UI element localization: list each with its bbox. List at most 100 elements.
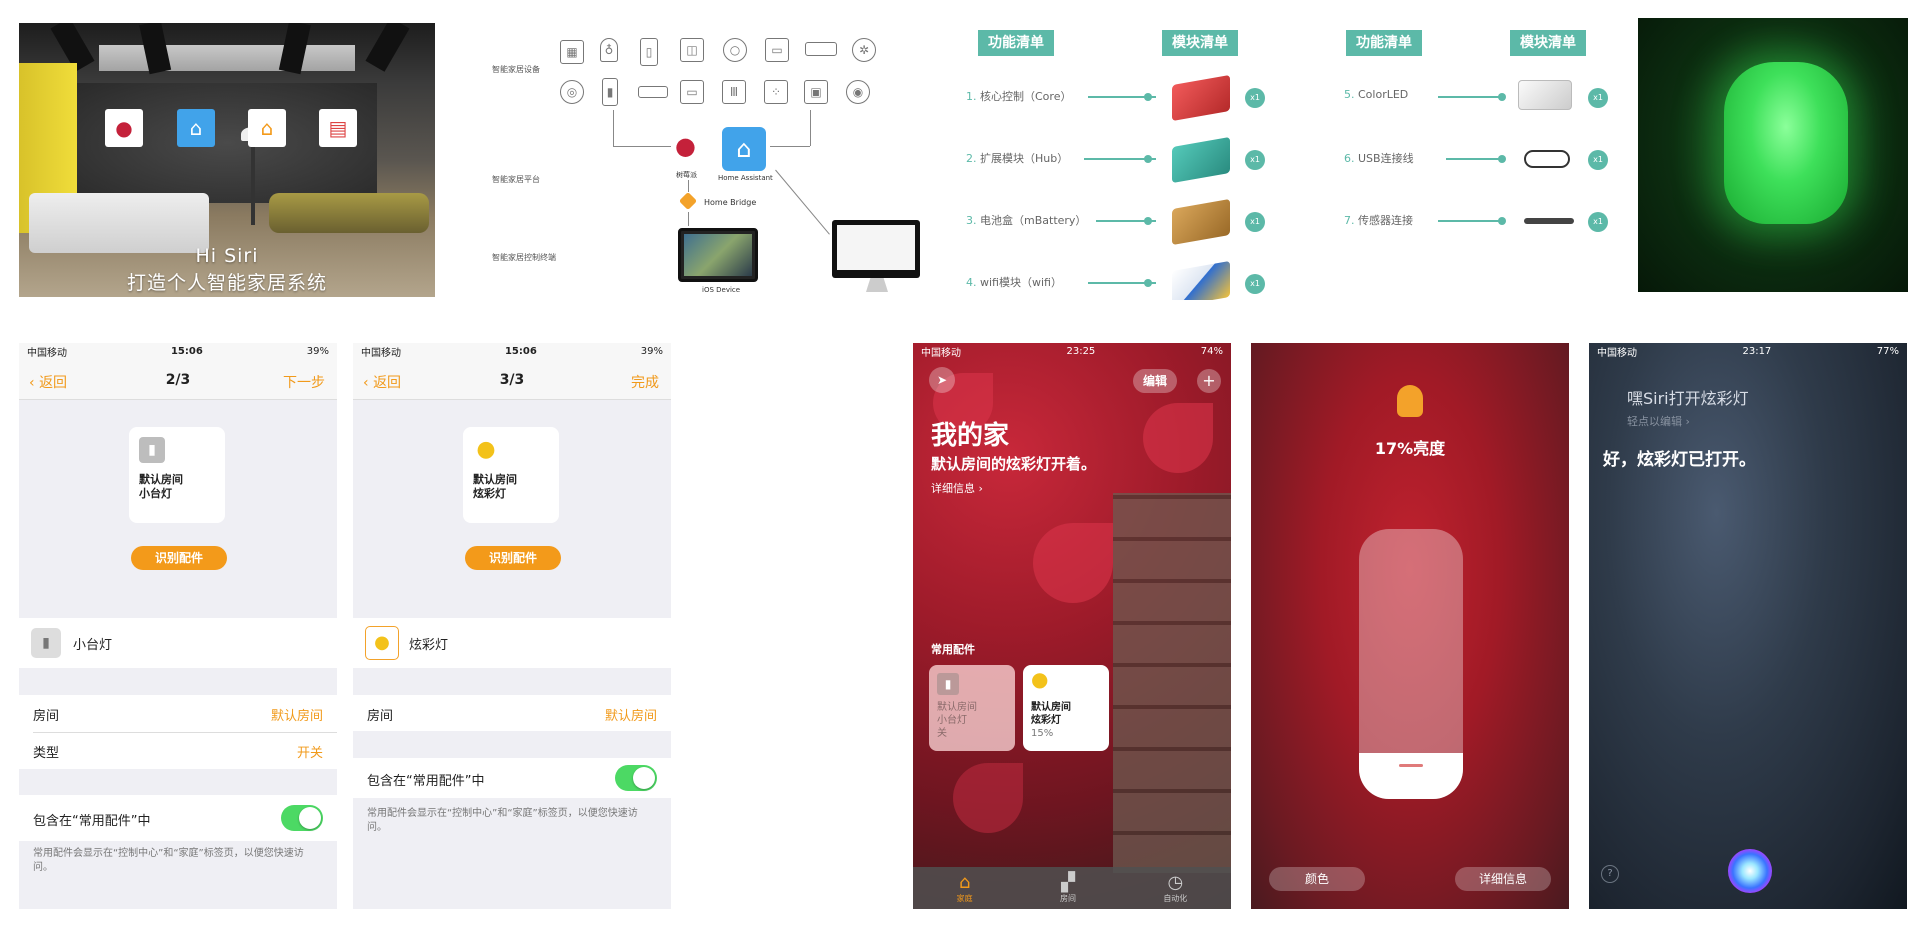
- accessory-name: 炫彩灯: [409, 638, 449, 653]
- connector-line: [1446, 158, 1502, 160]
- add-icon[interactable]: +: [1197, 369, 1221, 393]
- connector-dot: [1498, 217, 1506, 225]
- quantity-badge: x1: [1245, 212, 1265, 232]
- step-title: 3/3: [499, 372, 525, 388]
- devices-row-label: 智能家居设备: [492, 65, 540, 74]
- socket-icon: ⁘: [764, 80, 788, 104]
- tap-to-edit-hint[interactable]: 轻点以编辑 ›: [1627, 413, 1690, 429]
- type-value[interactable]: 开关: [297, 742, 323, 761]
- battery: 74%: [1200, 346, 1223, 357]
- brightness-slider[interactable]: [1359, 529, 1463, 799]
- brightness-slider-fill: [1359, 753, 1463, 799]
- identify-accessory-button[interactable]: 识别配件: [465, 546, 561, 570]
- connector-line: [613, 146, 671, 147]
- ceiling-light: [99, 45, 355, 71]
- tile-name: 小台灯: [139, 487, 172, 500]
- clock: 15:06: [170, 346, 203, 357]
- accessory-name-row[interactable]: ▮ 小台灯: [19, 618, 337, 668]
- tile-room: 默认房间: [473, 473, 517, 486]
- floor-lamp-pole: [251, 135, 255, 225]
- details-button[interactable]: 详细信息: [1455, 867, 1551, 891]
- accessory-tile-color-lamp[interactable]: ● 默认房间 炫彩灯 15%: [1023, 665, 1109, 751]
- bulb-icon: ●: [476, 437, 496, 462]
- identify-accessory-button[interactable]: 识别配件: [131, 546, 227, 570]
- hi-siri-banner: ● ⌂ ⌂ ▤ Hi Siri 打造个人智能家居系统: [19, 23, 435, 297]
- ios-tablet-icon: [678, 228, 758, 282]
- connector-line: [688, 212, 689, 226]
- rice-cooker-icon: ▭: [765, 38, 789, 62]
- accessory-name-row[interactable]: ● 炫彩灯: [353, 618, 671, 668]
- divider: [33, 732, 337, 733]
- homebridge-icon: [678, 191, 698, 211]
- tab-home[interactable]: ⌂ 家庭: [957, 872, 973, 904]
- carrier: 中国移动: [1597, 348, 1637, 359]
- list-item-label: wifi模块（wifi）: [980, 276, 1062, 289]
- hub-module-image: [1172, 136, 1230, 184]
- nav-bar: ‹ 返回 2/3 下一步: [19, 360, 337, 400]
- usb-cable-image: [1524, 150, 1570, 168]
- radiator-icon: Ⅲ: [722, 80, 746, 104]
- sensor-cable-image: [1524, 218, 1574, 224]
- room-value[interactable]: 默认房间: [605, 705, 657, 724]
- function-list-header: 功能清单: [978, 30, 1054, 56]
- home-assistant-icon: ⌂: [177, 109, 215, 147]
- tab-bar: ⌂ 家庭 ▞ 房间 ◷ 自动化: [913, 867, 1231, 909]
- siri-orb-icon[interactable]: [1728, 849, 1772, 893]
- bulb-icon: ●: [1031, 667, 1049, 691]
- phone-add-accessory-step2: 中国移动 15:06 39% ‹ 返回 2/3 下一步 ▮ 默认房间 小台灯 识别…: [19, 343, 337, 909]
- rpi-caption: 树莓派: [676, 171, 697, 179]
- next-button[interactable]: 下一步: [283, 372, 325, 392]
- color-button[interactable]: 颜色: [1269, 867, 1365, 891]
- include-favorites-toggle[interactable]: [281, 805, 323, 831]
- banner-line2: 打造个人智能家居系统: [126, 272, 327, 294]
- location-arrow-icon[interactable]: ➤: [929, 367, 955, 393]
- tile-room: 默认房间: [139, 473, 183, 486]
- tile-room: 默认房间: [1031, 702, 1071, 713]
- accessory-tile-desk-lamp[interactable]: ▮ 默认房间 小台灯 关: [929, 665, 1015, 751]
- edit-button[interactable]: 编辑: [1133, 369, 1178, 393]
- tile-name: 炫彩灯: [473, 487, 506, 500]
- connector-dot: [1144, 279, 1152, 287]
- list-item: 7. 传感器连接 x1: [1338, 204, 1618, 234]
- clock: 15:06: [504, 346, 537, 357]
- raspberry-icon: ●: [105, 109, 143, 147]
- connector-line: [613, 110, 614, 146]
- clock: 23:17: [1742, 346, 1772, 357]
- connector-dot: [1144, 217, 1152, 225]
- battery-module-image: [1172, 198, 1230, 246]
- quantity-badge: x1: [1245, 150, 1265, 170]
- list-item-label: 核心控制（Core）: [980, 90, 1072, 103]
- list-item-label: USB连接线: [1358, 152, 1414, 165]
- room-value[interactable]: 默认房间: [271, 705, 323, 724]
- tab-automation[interactable]: ◷ 自动化: [1163, 872, 1187, 904]
- phone-home-app: 中国移动 23:25 74% ➤ 编辑 + 我的家 默认房间的炫彩灯开着。 详细…: [913, 343, 1231, 909]
- robot-vacuum-icon: ○: [723, 38, 747, 62]
- home-assistant-icon: ⌂: [722, 127, 766, 171]
- include-favorites-toggle[interactable]: [615, 765, 657, 791]
- bulb-icon: ●: [365, 626, 399, 660]
- details-link[interactable]: 详细信息 ›: [931, 480, 983, 496]
- humidifier-icon: ▭: [680, 80, 704, 104]
- status-bar: 中国移动 15:06 39%: [353, 343, 671, 360]
- switch-icon: ▮: [937, 673, 959, 695]
- ceiling-beam: [365, 23, 410, 72]
- green-lamp-photo: [1638, 18, 1908, 292]
- homebridge-caption: Home Bridge: [704, 198, 757, 207]
- connector-line: [775, 169, 830, 235]
- core-module-image: [1172, 74, 1230, 122]
- tab-rooms[interactable]: ▞ 房间: [1060, 872, 1076, 904]
- washer-icon: ▣: [804, 80, 828, 104]
- list-item: 3. 电池盒（mBattery） x1: [960, 198, 1270, 246]
- list-item: 6. USB连接线 x1: [1338, 142, 1618, 172]
- status-bar: 中国移动 23:25 74%: [913, 343, 1231, 360]
- help-icon[interactable]: ?: [1601, 865, 1619, 883]
- ha-caption: Home Assistant: [718, 174, 773, 182]
- tile-state: 15%: [1031, 728, 1054, 739]
- siri-query[interactable]: 嘿Siri打开炫彩灯: [1627, 385, 1749, 409]
- lamp-glow: [1724, 62, 1848, 224]
- quantity-badge: x1: [1588, 150, 1608, 170]
- accessory-tile: ● 默认房间 炫彩灯: [463, 427, 559, 523]
- status-bar: 中国移动 15:06 39%: [19, 343, 337, 360]
- slider-handle: [1399, 764, 1423, 767]
- done-button[interactable]: 完成: [631, 372, 659, 392]
